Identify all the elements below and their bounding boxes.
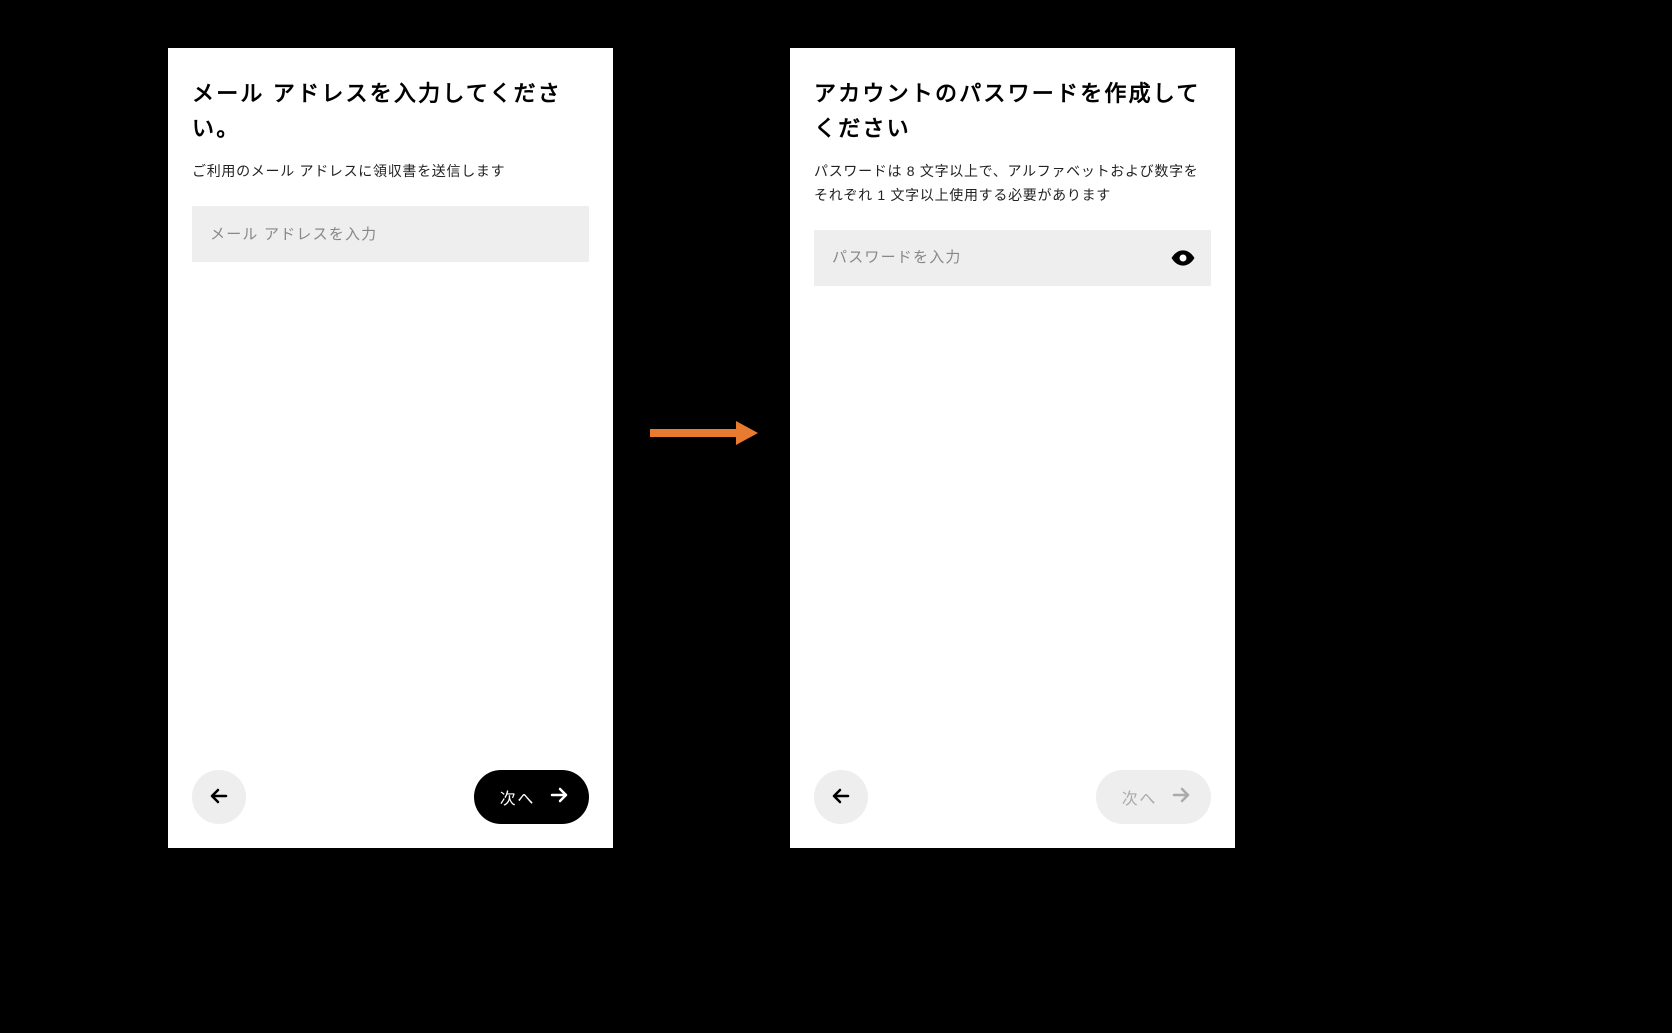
email-field[interactable] [192, 206, 589, 262]
password-input-wrapper [814, 230, 1211, 286]
bottom-navigation: 次へ [192, 770, 589, 824]
arrow-right-icon [1169, 783, 1193, 812]
back-button[interactable] [814, 770, 868, 824]
flow-arrow-icon [650, 418, 758, 448]
next-button[interactable]: 次へ [474, 770, 589, 824]
page-title: アカウントのパスワードを作成してください [814, 76, 1211, 146]
next-button[interactable]: 次へ [1096, 770, 1211, 824]
show-password-icon[interactable] [1169, 244, 1197, 272]
email-entry-screen: メール アドレスを入力してください。 ご利用のメール アドレスに領収書を送信しま… [168, 48, 613, 848]
page-subtitle: ご利用のメール アドレスに領収書を送信します [192, 160, 589, 184]
bottom-navigation: 次へ [814, 770, 1211, 824]
page-subtitle: パスワードは 8 文字以上で、アルファベットおよび数字をそれぞれ 1 文字以上使… [814, 160, 1211, 208]
arrow-left-icon [829, 784, 853, 811]
email-input-wrapper [192, 206, 589, 262]
arrow-left-icon [207, 784, 231, 811]
page-title: メール アドレスを入力してください。 [192, 76, 589, 146]
back-button[interactable] [192, 770, 246, 824]
password-entry-screen: アカウントのパスワードを作成してください パスワードは 8 文字以上で、アルファ… [790, 48, 1235, 848]
password-field[interactable] [814, 230, 1211, 286]
next-button-label: 次へ [1122, 785, 1157, 809]
arrow-right-icon [547, 783, 571, 812]
next-button-label: 次へ [500, 785, 535, 809]
